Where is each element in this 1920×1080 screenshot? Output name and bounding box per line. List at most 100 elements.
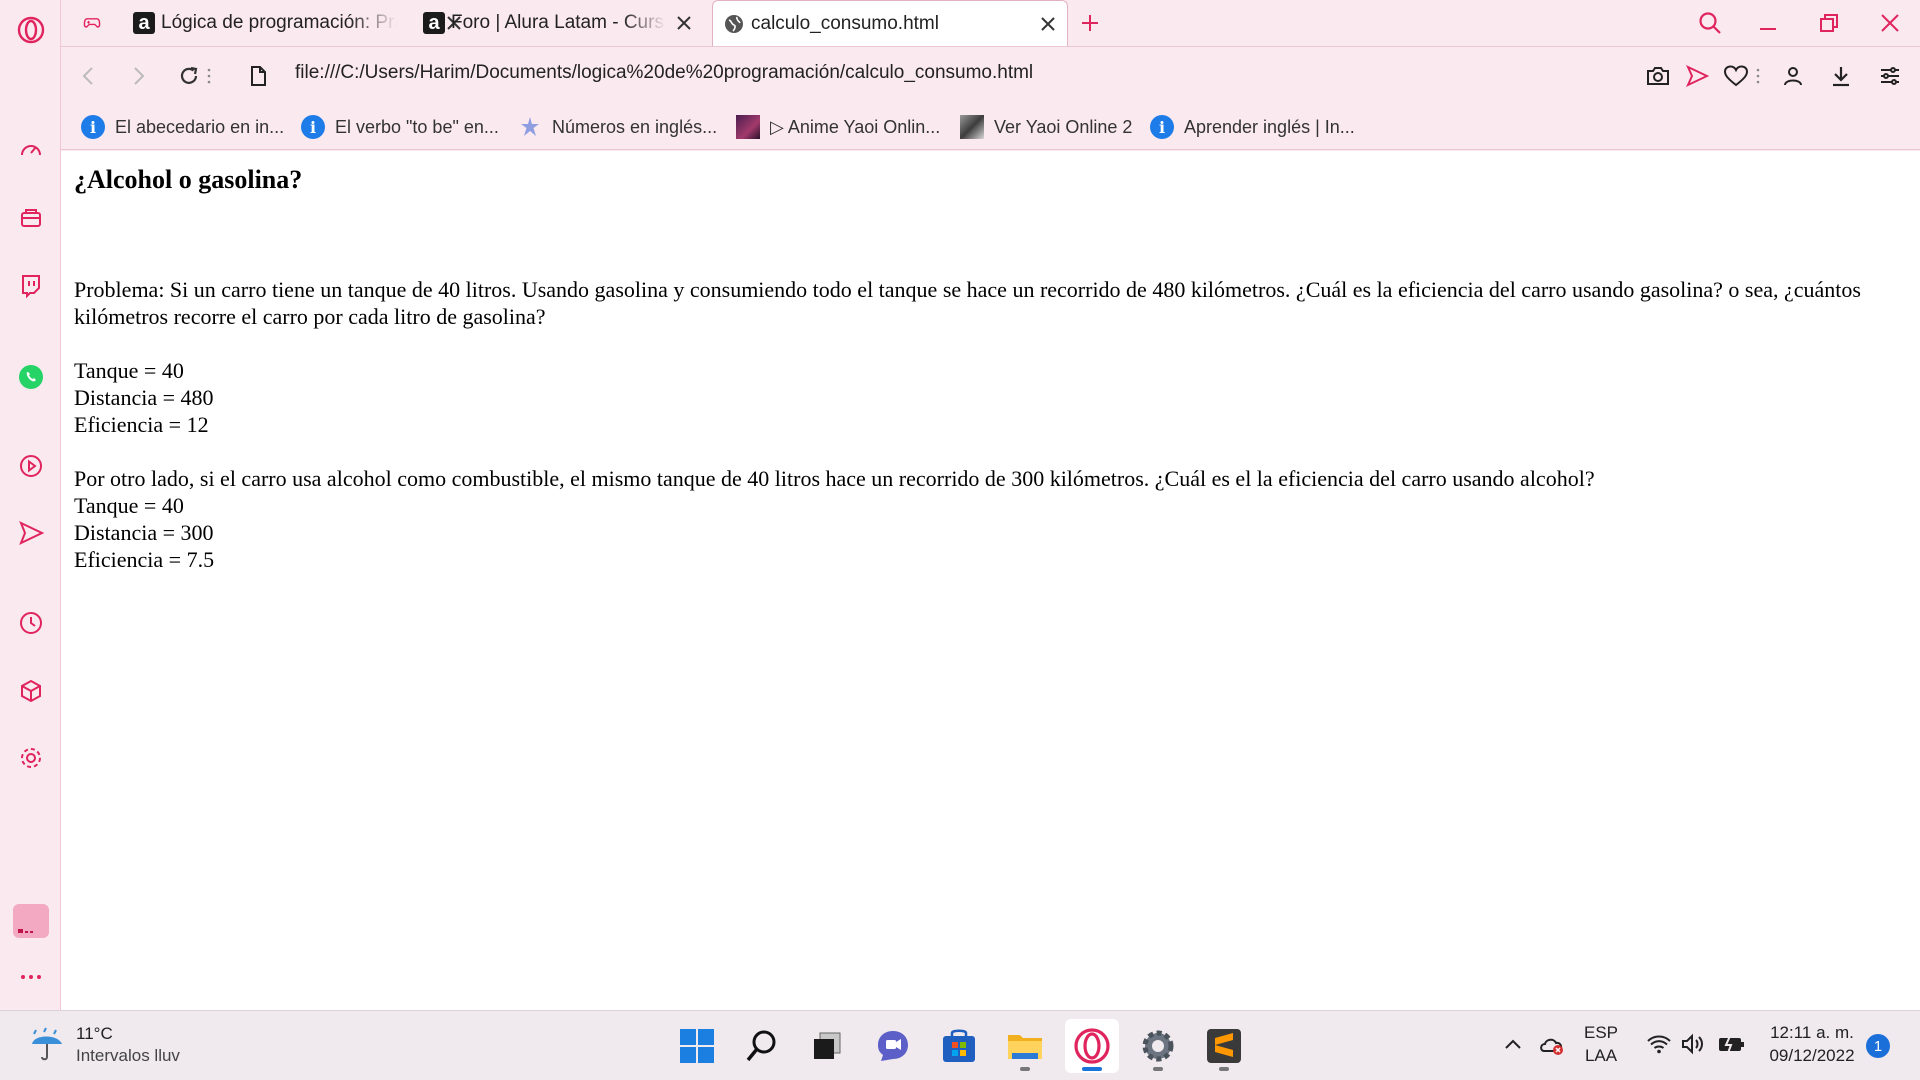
user-icon: [1784, 67, 1802, 86]
onedrive-tray-icon[interactable]: [1538, 1033, 1566, 1063]
wifi-icon: [1647, 1035, 1671, 1054]
windows-taskbar: 11°C Intervalos lluv ESP LAA 12:11 a. m.…: [0, 1010, 1920, 1080]
tab-strip: a Lógica de programación: Práctica a For…: [61, 0, 1920, 47]
bookmark-item[interactable]: i El abecedario en in...: [81, 112, 284, 142]
start-button[interactable]: [670, 1019, 724, 1073]
close-tab-icon[interactable]: [1037, 13, 1059, 35]
search-button[interactable]: [735, 1019, 789, 1073]
player-button[interactable]: [0, 444, 61, 488]
microsoft-store-button[interactable]: [932, 1019, 986, 1073]
opera-logo-icon: [1074, 1028, 1110, 1064]
history-button[interactable]: [0, 601, 61, 645]
whatsapp-button[interactable]: [0, 355, 61, 399]
workspace-button[interactable]: [0, 899, 61, 943]
search-icon: [1699, 12, 1721, 34]
game-button[interactable]: [73, 0, 111, 46]
camera-icon: [1647, 67, 1669, 85]
gear-icon: [20, 748, 41, 768]
clock-date: 09/12/2022: [1769, 1046, 1855, 1065]
bookmark-item[interactable]: i Aprender inglés | In...: [1150, 112, 1355, 142]
url-field[interactable]: file:///C:/Users/Harim/Documents/logica%…: [295, 62, 1033, 84]
twitch-button[interactable]: [0, 263, 61, 307]
bookmark-item[interactable]: Números en inglés...: [518, 112, 717, 142]
volume-tray-icon[interactable]: [1680, 1033, 1708, 1061]
tab-calculo-consumo[interactable]: calculo_consumo.html: [712, 0, 1068, 47]
cube-icon: [20, 679, 41, 703]
bookmark-item[interactable]: ▷ Anime Yaoi Onlin...: [736, 112, 940, 142]
task-view-button[interactable]: [800, 1019, 854, 1073]
sidebar-more-button[interactable]: [0, 955, 61, 999]
close-window-button[interactable]: [1875, 8, 1905, 38]
opera-taskbar-button[interactable]: [1065, 1019, 1119, 1073]
alura-icon: a: [133, 12, 155, 34]
weather-description: Intervalos lluv: [76, 1046, 180, 1065]
flow-button[interactable]: [0, 511, 61, 555]
alcohol-intro-text: Por otro lado, si el carro usa alcohol c…: [74, 466, 1595, 491]
opera-logo-icon: [17, 16, 44, 44]
gamepad-icon: [83, 18, 101, 28]
bookmark-item[interactable]: i El verbo "to be" en...: [301, 112, 499, 142]
close-tab-icon[interactable]: [673, 12, 695, 34]
chat-button[interactable]: [866, 1019, 920, 1073]
new-tab-button[interactable]: [1069, 0, 1113, 46]
reload-button[interactable]: [174, 61, 204, 91]
download-icon: [1833, 67, 1849, 87]
speaker-icon: [1682, 1033, 1703, 1055]
gas-distancia: Distancia = 480: [74, 385, 214, 410]
restore-icon: [1820, 14, 1838, 32]
file-explorer-button[interactable]: [998, 1019, 1052, 1073]
battery-charging-icon: [1719, 1035, 1744, 1054]
page-title: ¿Alcohol o gasolina?: [74, 165, 303, 194]
show-hidden-icons-button[interactable]: [1502, 1033, 1524, 1061]
gas-eficiencia: Eficiencia = 12: [74, 412, 209, 437]
info-icon: i: [301, 115, 325, 139]
search-tabs-button[interactable]: [1695, 8, 1725, 38]
twitch-icon: [21, 275, 40, 299]
bookmarks-bar: i El abecedario en in... i El verbo "to …: [61, 104, 1920, 150]
account-button[interactable]: [1778, 61, 1808, 91]
snapshot-button[interactable]: [1643, 61, 1673, 91]
tab-foro-alura[interactable]: a Foro | Alura Latam - Cursos: [413, 0, 703, 46]
clock-icon: [19, 612, 42, 634]
weather-widget[interactable]: 11°C Intervalos lluv: [28, 1023, 180, 1067]
file-icon: [251, 66, 266, 86]
language-indicator[interactable]: ESP LAA: [1584, 1021, 1618, 1067]
bookmark-heart-button[interactable]: [1721, 61, 1751, 91]
extensions-button[interactable]: [0, 669, 61, 713]
play-circle-icon: [19, 455, 42, 477]
settings-taskbar-button[interactable]: [1131, 1019, 1185, 1073]
bookmark-item[interactable]: Ver Yaoi Online 2: [960, 112, 1132, 142]
minimize-button[interactable]: [1753, 8, 1783, 38]
workspace-icon: [12, 904, 49, 938]
back-button[interactable]: [74, 61, 104, 91]
weather-temperature: 11°C: [76, 1024, 113, 1043]
send-to-flow-button[interactable]: [1682, 61, 1712, 91]
settings-button[interactable]: [0, 736, 61, 780]
teams-chat-icon: [878, 1031, 908, 1061]
restore-button[interactable]: [1814, 8, 1844, 38]
alura-icon: a: [423, 12, 445, 34]
windows-logo-icon: [680, 1029, 714, 1063]
globe-icon: [725, 15, 743, 33]
reload-icon: [180, 66, 198, 84]
vertical-dots-icon: [1756, 68, 1760, 84]
problem-text: Problema: Si un carro tiene un tanque de…: [74, 277, 1861, 329]
reload-menu-dots[interactable]: [202, 61, 216, 91]
forward-button[interactable]: [123, 61, 153, 91]
notification-badge[interactable]: 1: [1866, 1034, 1890, 1058]
clock-widget[interactable]: 12:11 a. m. 09/12/2022: [1766, 1021, 1858, 1067]
alcohol-distancia: Distancia = 300: [74, 520, 214, 545]
opera-menu-button[interactable]: [0, 8, 61, 52]
send-icon: [18, 520, 44, 546]
page-info-button[interactable]: [243, 61, 273, 91]
easy-setup-button[interactable]: [1875, 61, 1905, 91]
sublime-text-button[interactable]: [1197, 1019, 1251, 1073]
battery-tray-icon[interactable]: [1716, 1033, 1746, 1061]
heart-icon: [1723, 65, 1749, 87]
wifi-tray-icon[interactable]: [1646, 1033, 1672, 1061]
downloads-button[interactable]: [1826, 61, 1856, 91]
crypto-wallet-button[interactable]: [0, 196, 61, 240]
heart-menu-dots[interactable]: [1751, 61, 1765, 91]
search-icon: [746, 1030, 776, 1062]
speed-dial-button[interactable]: [0, 129, 61, 173]
